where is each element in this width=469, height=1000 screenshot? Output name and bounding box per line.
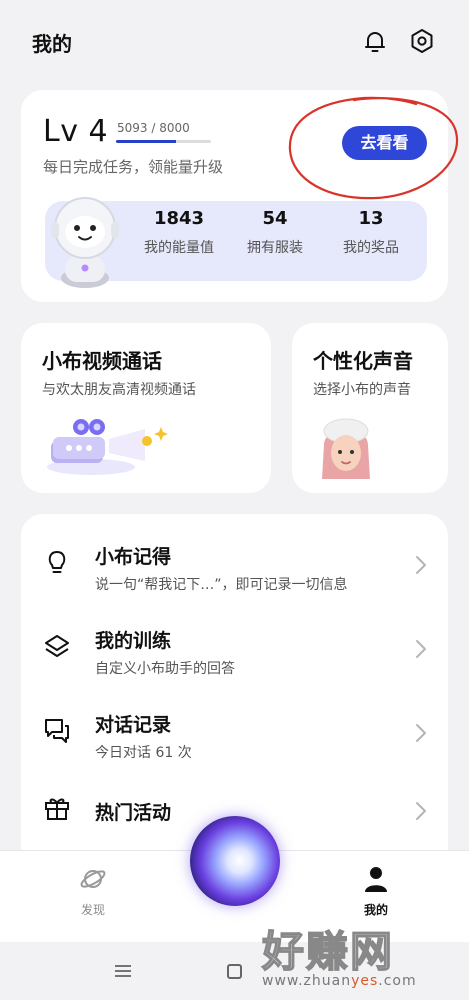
watermark: 好赚网 www.zhuanyes.com xyxy=(261,918,462,989)
video-call-title: 小布视频通话 xyxy=(42,349,162,373)
stat-outfits-value: 54 xyxy=(262,208,288,229)
video-call-subtitle: 与欢太朋友高清视频通话 xyxy=(42,382,196,398)
chat-icon xyxy=(45,719,69,743)
list-item-subtitle: 说一句“帮我记下…”，即可记录一切信息 xyxy=(95,577,348,593)
stat-energy[interactable]: 1843 我的能量值 xyxy=(134,208,224,257)
stat-energy-label: 我的能量值 xyxy=(144,240,214,256)
chevron-right-icon xyxy=(416,802,426,820)
list-item-remember[interactable]: 小布记得 说一句“帮我记下…”，即可记录一切信息 xyxy=(21,514,448,598)
top-bar: 我的 xyxy=(0,0,469,76)
level-progress-text: 5093 / 8000 xyxy=(117,121,190,135)
voice-card[interactable]: 个性化声音 选择小布的声音 xyxy=(292,323,448,493)
stat-prizes[interactable]: 13 我的奖品 xyxy=(326,208,416,257)
watermark-url-highlight: yes xyxy=(351,973,379,989)
robot-avatar xyxy=(51,197,119,288)
chevron-right-icon xyxy=(416,640,426,658)
list-item-title: 小布记得 xyxy=(95,546,172,568)
video-call-card[interactable]: 小布视频通话 与欢太朋友高清视频通话 xyxy=(21,323,271,493)
stat-outfits-label: 拥有服装 xyxy=(247,240,303,256)
level-label: Lv 4 xyxy=(43,114,109,149)
stat-prizes-value: 13 xyxy=(358,208,384,229)
voice-subtitle: 选择小布的声音 xyxy=(313,382,411,398)
stat-prizes-label: 我的奖品 xyxy=(343,240,399,256)
page-title: 我的 xyxy=(32,32,72,56)
menu-icon[interactable] xyxy=(114,964,132,978)
list-item-title: 热门活动 xyxy=(95,802,172,824)
list-item-subtitle: 自定义小布助手的回答 xyxy=(95,661,235,677)
stat-outfits[interactable]: 54 拥有服装 xyxy=(230,208,320,257)
list-item-training[interactable]: 我的训练 自定义小布助手的回答 xyxy=(21,598,448,682)
chevron-right-icon xyxy=(416,724,426,742)
lightbulb-icon xyxy=(48,551,66,573)
avatar-illustration-icon xyxy=(322,418,370,479)
nav-discover[interactable]: 发现 xyxy=(63,865,123,918)
voice-title: 个性化声音 xyxy=(313,349,413,373)
watermark-url-prefix: www.zhuan xyxy=(262,973,352,989)
stat-energy-value: 1843 xyxy=(153,208,205,229)
chevron-right-icon xyxy=(416,556,426,574)
person-icon xyxy=(365,867,387,892)
level-progress-fill xyxy=(116,140,177,143)
layers-icon xyxy=(45,635,69,657)
planet-icon xyxy=(80,870,106,888)
watermark-url: www.zhuanyes.com xyxy=(262,973,462,989)
list-item-title: 我的训练 xyxy=(95,630,172,652)
nav-discover-label: 发现 xyxy=(80,903,105,917)
level-progress-bar xyxy=(116,140,211,143)
settings-icon[interactable] xyxy=(409,28,435,54)
assistant-orb-button[interactable] xyxy=(190,816,280,906)
home-icon[interactable] xyxy=(227,964,242,979)
nav-mine[interactable]: 我的 xyxy=(346,865,406,918)
nav-mine-label: 我的 xyxy=(363,903,388,917)
list-item-title: 对话记录 xyxy=(95,714,172,736)
list-item-history[interactable]: 对话记录 今日对话 61 次 xyxy=(21,682,448,766)
watermark-url-suffix: .com xyxy=(378,973,417,989)
level-subtitle: 每日完成任务，领能量升级 xyxy=(43,158,224,176)
annotation-circle xyxy=(288,96,459,200)
bell-icon[interactable] xyxy=(362,28,388,54)
list-item-subtitle: 今日对话 61 次 xyxy=(95,745,192,761)
watermark-big: 好赚网 xyxy=(261,926,395,977)
video-camera-illustration-icon xyxy=(47,419,168,475)
gift-icon xyxy=(45,798,69,820)
